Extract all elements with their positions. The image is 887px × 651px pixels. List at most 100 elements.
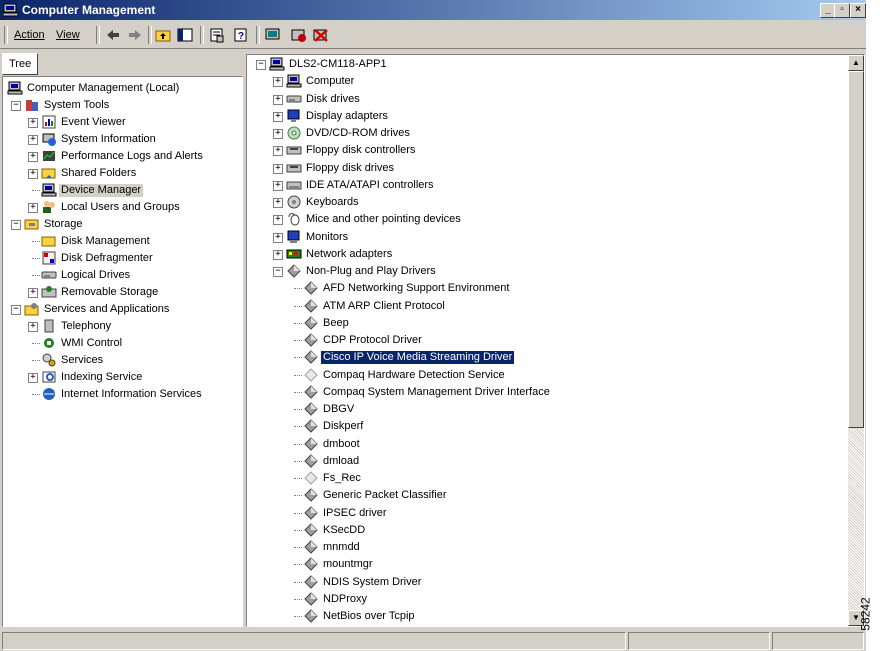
expand-icon[interactable]: + <box>273 77 283 88</box>
device-row[interactable]: + DVD/CD-ROM drives <box>247 125 847 142</box>
console-tree-row[interactable]: Device Manager <box>3 182 242 199</box>
console-tree-row[interactable]: + Shared Folders <box>3 165 242 182</box>
device-row[interactable]: Compaq Hardware Detection Service <box>247 367 847 384</box>
device-row[interactable]: mountmgr <box>247 556 847 573</box>
device-item-label: Computer <box>306 75 355 88</box>
console-tree-row[interactable]: Computer Management (Local) <box>3 80 242 97</box>
console-tree-row[interactable]: + Local Users and Groups <box>3 199 242 216</box>
console-tree-row[interactable]: − Storage <box>3 216 242 233</box>
console-tree-row[interactable]: + Event Viewer <box>3 114 242 131</box>
scroll-thumb[interactable] <box>848 71 864 428</box>
expand-icon[interactable]: + <box>273 198 283 208</box>
device-row[interactable]: AFD Networking Support Environment <box>247 280 847 297</box>
help-icon[interactable]: ? <box>232 27 250 43</box>
device-row[interactable]: + Floppy disk controllers <box>247 142 847 159</box>
device-tree-pane[interactable]: − DLS2-CM118-APP1 + Computer + Disk drives + Di… <box>246 54 865 627</box>
device-row[interactable]: + Display adapters <box>247 108 847 125</box>
expand-icon[interactable]: + <box>273 215 283 226</box>
device-row[interactable]: Generic Packet Classifier <box>247 487 847 504</box>
device-row[interactable]: Beep <box>247 315 847 332</box>
device-row[interactable]: mnmdd <box>247 539 847 556</box>
device-row[interactable]: ATM ARP Client Protocol <box>247 298 847 315</box>
console-tree-row[interactable]: + Performance Logs and Alerts <box>3 148 242 165</box>
driver-icon <box>304 488 318 502</box>
expand-icon[interactable]: + <box>28 135 38 145</box>
expand-icon[interactable]: + <box>28 288 38 298</box>
console-tree-row[interactable]: + Indexing Service <box>3 369 242 386</box>
expand-icon[interactable]: + <box>28 373 38 383</box>
device-row[interactable]: + Computer <box>247 73 847 90</box>
expand-icon[interactable]: + <box>273 249 283 260</box>
scroll-up-button[interactable]: ▲ <box>848 55 864 71</box>
console-tree-row[interactable]: Logical Drives <box>3 267 242 284</box>
device-row[interactable]: dmload <box>247 453 847 470</box>
expand-icon[interactable]: + <box>273 94 283 105</box>
device-row[interactable]: + IDE ATA/ATAPI controllers <box>247 177 847 194</box>
device-row[interactable]: + Floppy disk drives <box>247 160 847 177</box>
device-row[interactable]: NDProxy <box>247 591 847 608</box>
console-tree-row[interactable]: − System Tools <box>3 97 242 114</box>
expand-icon[interactable]: + <box>273 146 283 157</box>
console-tree-row[interactable]: Internet Information Services <box>3 386 242 403</box>
device-row[interactable]: dmboot <box>247 436 847 453</box>
vertical-scrollbar[interactable]: ▲ ▼ <box>848 55 864 626</box>
device-row[interactable]: CDP Protocol Driver <box>247 332 847 349</box>
tab-tree[interactable]: Tree <box>2 53 38 75</box>
restore-button[interactable]: ▫ <box>834 3 850 18</box>
expand-icon[interactable]: + <box>273 232 283 243</box>
device-row[interactable]: − DLS2-CM118-APP1 <box>247 56 847 73</box>
device-row[interactable]: + Network adapters <box>247 246 847 263</box>
title-bar[interactable]: Computer Management _ ▫ × <box>0 0 866 20</box>
console-tree-row[interactable]: − Services and Applications <box>3 301 242 318</box>
console-tree-row[interactable]: + Removable Storage <box>3 284 242 301</box>
console-tree-row[interactable]: Services <box>3 352 242 369</box>
menu-view[interactable]: View <box>56 29 80 41</box>
disable-device-icon[interactable] <box>290 27 308 43</box>
console-tree-row[interactable]: + System Information <box>3 131 242 148</box>
device-row[interactable]: + Keyboards <box>247 194 847 211</box>
device-row[interactable]: − Non-Plug and Play Drivers <box>247 263 847 280</box>
close-button[interactable]: × <box>850 3 866 18</box>
device-row[interactable]: NDIS System Driver <box>247 574 847 591</box>
menu-action[interactable]: Action <box>14 29 45 41</box>
device-row[interactable]: Compaq System Management Driver Interfac… <box>247 384 847 401</box>
device-row[interactable]: Cisco IP Voice Media Streaming Driver <box>247 349 847 366</box>
device-row[interactable]: Diskperf <box>247 418 847 435</box>
expand-icon[interactable]: + <box>273 180 283 191</box>
collapse-icon[interactable]: − <box>273 267 283 277</box>
expand-icon[interactable]: + <box>28 118 38 128</box>
device-row[interactable]: KSecDD <box>247 522 847 539</box>
device-row[interactable]: Fs_Rec <box>247 470 847 487</box>
expand-icon[interactable]: + <box>28 322 38 332</box>
uninstall-device-icon[interactable] <box>312 27 330 43</box>
collapse-icon[interactable]: − <box>11 220 21 230</box>
console-tree-row[interactable]: + Telephony <box>3 318 242 335</box>
expand-icon[interactable]: + <box>28 169 38 179</box>
collapse-icon[interactable]: − <box>256 60 266 70</box>
forward-arrow-icon[interactable] <box>126 27 144 43</box>
device-row[interactable]: NetBios over Tcpip <box>247 608 847 625</box>
console-tree-row[interactable]: Disk Defragmenter <box>3 250 242 267</box>
collapse-icon[interactable]: − <box>11 101 21 111</box>
tree-connector <box>32 360 40 361</box>
expand-icon[interactable]: + <box>28 203 38 213</box>
scan-hardware-icon[interactable] <box>264 27 282 43</box>
console-tree-pane[interactable]: Computer Management (Local) − System Tools… <box>2 76 243 627</box>
device-item-label: NDIS System Driver <box>323 575 422 588</box>
device-row[interactable]: DBGV <box>247 401 847 418</box>
collapse-icon[interactable]: − <box>11 305 21 315</box>
expand-icon[interactable]: + <box>28 152 38 162</box>
console-tree-row[interactable]: Disk Management <box>3 233 242 250</box>
device-row[interactable]: + Mice and other pointing devices <box>247 211 847 228</box>
expand-icon[interactable]: + <box>273 111 283 122</box>
show-hide-tree-icon[interactable] <box>176 27 194 43</box>
expand-icon[interactable]: + <box>273 163 283 174</box>
device-row[interactable]: + Monitors <box>247 229 847 246</box>
expand-icon[interactable]: + <box>273 129 283 139</box>
properties-icon[interactable] <box>208 27 226 43</box>
console-tree-row[interactable]: WMI Control <box>3 335 242 352</box>
back-arrow-icon[interactable] <box>104 27 122 43</box>
up-folder-icon[interactable] <box>154 27 172 43</box>
device-row[interactable]: + Disk drives <box>247 91 847 108</box>
device-row[interactable]: IPSEC driver <box>247 505 847 522</box>
